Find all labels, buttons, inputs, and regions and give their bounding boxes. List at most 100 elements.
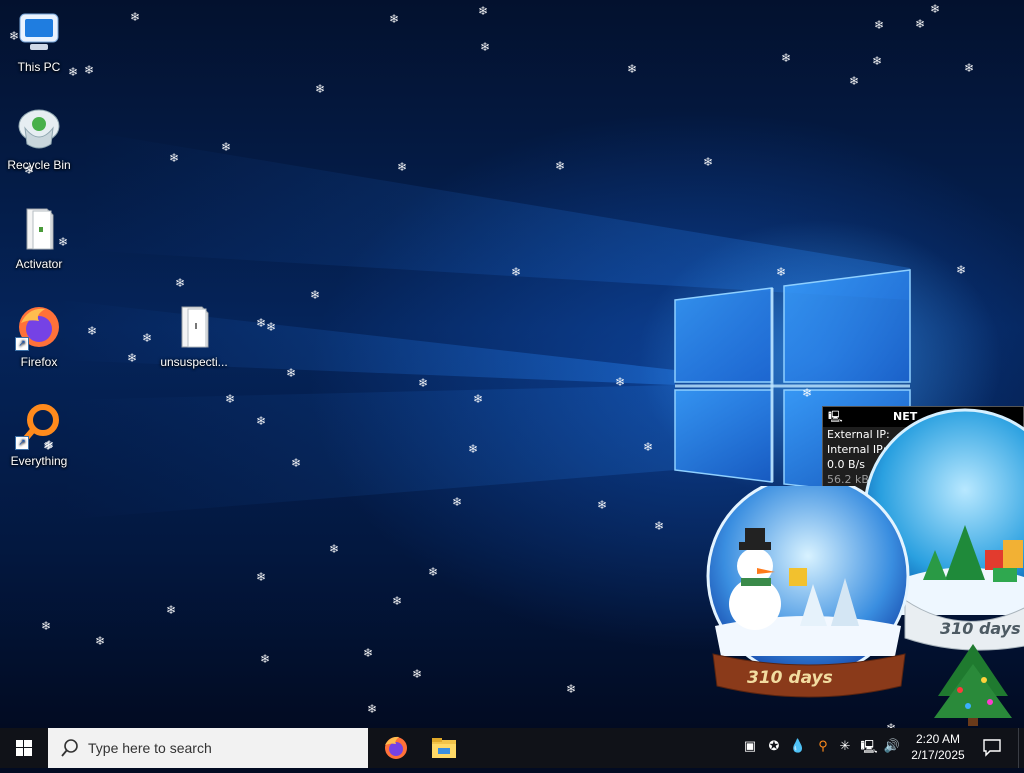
snowflake-icon: ❄ bbox=[9, 29, 20, 43]
desktop-icon-unsuspecting-file[interactable]: unsuspecti... bbox=[155, 303, 233, 369]
snowflake-icon: ❄ bbox=[930, 2, 941, 16]
action-center-button[interactable] bbox=[982, 737, 1002, 757]
droplet-icon[interactable]: 💧 bbox=[789, 738, 807, 758]
snowflake-icon: ❄ bbox=[654, 519, 665, 533]
snowflake-icon: ❄ bbox=[256, 414, 267, 428]
monitor-small-icon: 🖳 bbox=[828, 410, 843, 423]
snowflake-icon: ❄ bbox=[169, 151, 180, 165]
file-explorer-icon bbox=[432, 738, 456, 758]
snowflake-icon: ❄ bbox=[643, 440, 654, 454]
snowflake-icon: ❄ bbox=[256, 570, 267, 584]
shortcut-arrow-icon: ↗ bbox=[15, 436, 29, 450]
taskbar-app-firefox[interactable] bbox=[372, 728, 420, 768]
globe-days-label: 310 days bbox=[940, 619, 1021, 638]
snowflake-icon: ❄ bbox=[166, 603, 177, 617]
start-button[interactable] bbox=[0, 728, 48, 768]
clock-time: 2:20 AM bbox=[915, 732, 961, 746]
notification-icon bbox=[983, 739, 1001, 757]
snowflake-icon: ❄ bbox=[363, 646, 374, 660]
snowflake-icon: ❄ bbox=[221, 140, 232, 154]
snowflake-icon: ❄ bbox=[964, 61, 975, 75]
search-icon bbox=[61, 739, 78, 757]
snowflake-icon: ❄ bbox=[315, 82, 326, 96]
desktop-icon-label: Activator bbox=[15, 257, 63, 271]
desktop-icon-label: Firefox bbox=[20, 355, 58, 369]
snowflake-icon: ❄ bbox=[266, 320, 277, 334]
everything-search-icon: ↗ bbox=[15, 402, 63, 450]
snowflake-icon: ❄ bbox=[43, 439, 54, 453]
snowflake-icon: ❄ bbox=[84, 63, 95, 77]
snowflake-icon: ❄ bbox=[703, 155, 714, 169]
snowflake-icon: ❄ bbox=[781, 51, 792, 65]
snowflake-icon: ❄ bbox=[260, 652, 271, 666]
snowflake-icon: ❄ bbox=[473, 392, 484, 406]
snowflake-icon: ❄ bbox=[130, 10, 141, 24]
snowflake-icon: ❄ bbox=[627, 62, 638, 76]
christmas-tree-icon bbox=[934, 644, 1012, 726]
snowflake-icon: ❄ bbox=[511, 265, 522, 279]
snowflake-icon: ❄ bbox=[286, 366, 297, 380]
snowflake-icon[interactable]: ✳ bbox=[836, 738, 854, 758]
snowflake-icon: ❄ bbox=[478, 4, 489, 18]
snowflake-icon: ❄ bbox=[310, 288, 321, 302]
snowflake-icon: ❄ bbox=[452, 495, 463, 509]
desktop-icon-label: Everything bbox=[10, 454, 68, 468]
snowflake-icon: ❄ bbox=[872, 54, 883, 68]
windows-start-icon bbox=[16, 740, 32, 756]
document-icon bbox=[170, 303, 218, 351]
clock-date: 2/17/2025 bbox=[911, 748, 965, 762]
snowflake-icon: ❄ bbox=[428, 565, 439, 579]
snowflake-icon: ❄ bbox=[24, 163, 35, 177]
snowflake-icon: ❄ bbox=[329, 542, 340, 556]
snow-globe-snowman-icon: 310 days bbox=[706, 474, 910, 698]
desktop-icon-label: Recycle Bin bbox=[7, 158, 71, 172]
christmas-tree-decoration bbox=[928, 640, 1018, 728]
firefox-icon bbox=[385, 736, 407, 759]
snowflake-icon: ❄ bbox=[68, 65, 79, 79]
taskbar-search-box[interactable]: Type here to search bbox=[48, 728, 368, 768]
firefox-icon: ↗ bbox=[15, 303, 63, 351]
document-icon bbox=[15, 205, 63, 253]
snow-globe-snowman[interactable]: 310 days bbox=[705, 474, 915, 706]
snowflake-icon: ❄ bbox=[480, 40, 491, 54]
show-desktop-button[interactable] bbox=[1018, 728, 1024, 768]
snowflake-icon: ❄ bbox=[392, 594, 403, 608]
snowflake-icon: ❄ bbox=[291, 456, 302, 470]
snowflake-icon: ❄ bbox=[142, 331, 153, 345]
taskbar-app-file-explorer[interactable] bbox=[420, 728, 468, 768]
snowflake-icon: ❄ bbox=[225, 392, 236, 406]
taskbar: Type here to search ▣ ✪ 💧 ⚲ ✳ 🖳 🔊 2:20 A… bbox=[0, 728, 1024, 768]
snowflake-icon: ❄ bbox=[776, 265, 787, 279]
volume-icon[interactable]: 🔊 bbox=[883, 738, 901, 758]
network-icon[interactable]: 🖳 bbox=[860, 738, 878, 758]
snowflake-icon: ❄ bbox=[256, 316, 267, 330]
snowflake-icon: ❄ bbox=[127, 351, 138, 365]
snowflake-icon: ❄ bbox=[874, 18, 885, 32]
globe-days-label: 310 days bbox=[747, 668, 833, 688]
security-icon[interactable]: ▣ bbox=[741, 738, 759, 758]
search-tray-icon[interactable]: ⚲ bbox=[814, 738, 832, 758]
snowflake-icon: ❄ bbox=[95, 634, 106, 648]
recycle-bin-icon bbox=[15, 106, 63, 154]
monitor-icon bbox=[15, 8, 63, 56]
desktop-icon-everything[interactable]: ↗ Everything bbox=[0, 402, 78, 468]
snowflake-icon: ❄ bbox=[802, 386, 813, 400]
shortcut-arrow-icon: ↗ bbox=[15, 337, 29, 351]
snowflake-icon: ❄ bbox=[615, 375, 626, 389]
snowflake-icon: ❄ bbox=[468, 442, 479, 456]
snowflake-icon: ❄ bbox=[566, 682, 577, 696]
snowflake-icon: ❄ bbox=[849, 74, 860, 88]
snowflake-icon: ❄ bbox=[87, 324, 98, 338]
search-placeholder: Type here to search bbox=[88, 740, 212, 756]
desktop-icon-label: This PC bbox=[17, 60, 61, 74]
desktop-icon-recycle-bin[interactable]: Recycle Bin bbox=[0, 106, 78, 172]
snowflake-icon: ❄ bbox=[367, 702, 378, 716]
desktop-icon-firefox[interactable]: ↗ Firefox bbox=[0, 303, 78, 369]
snowflake-icon: ❄ bbox=[956, 263, 967, 277]
snowflake-icon: ❄ bbox=[58, 235, 69, 249]
desktop-icon-label: unsuspecti... bbox=[160, 355, 228, 369]
taskbar-clock[interactable]: 2:20 AM 2/17/2025 bbox=[900, 731, 976, 763]
network-people-icon[interactable]: ✪ bbox=[765, 738, 783, 758]
snowflake-icon: ❄ bbox=[555, 159, 566, 173]
snowflake-icon: ❄ bbox=[418, 376, 429, 390]
